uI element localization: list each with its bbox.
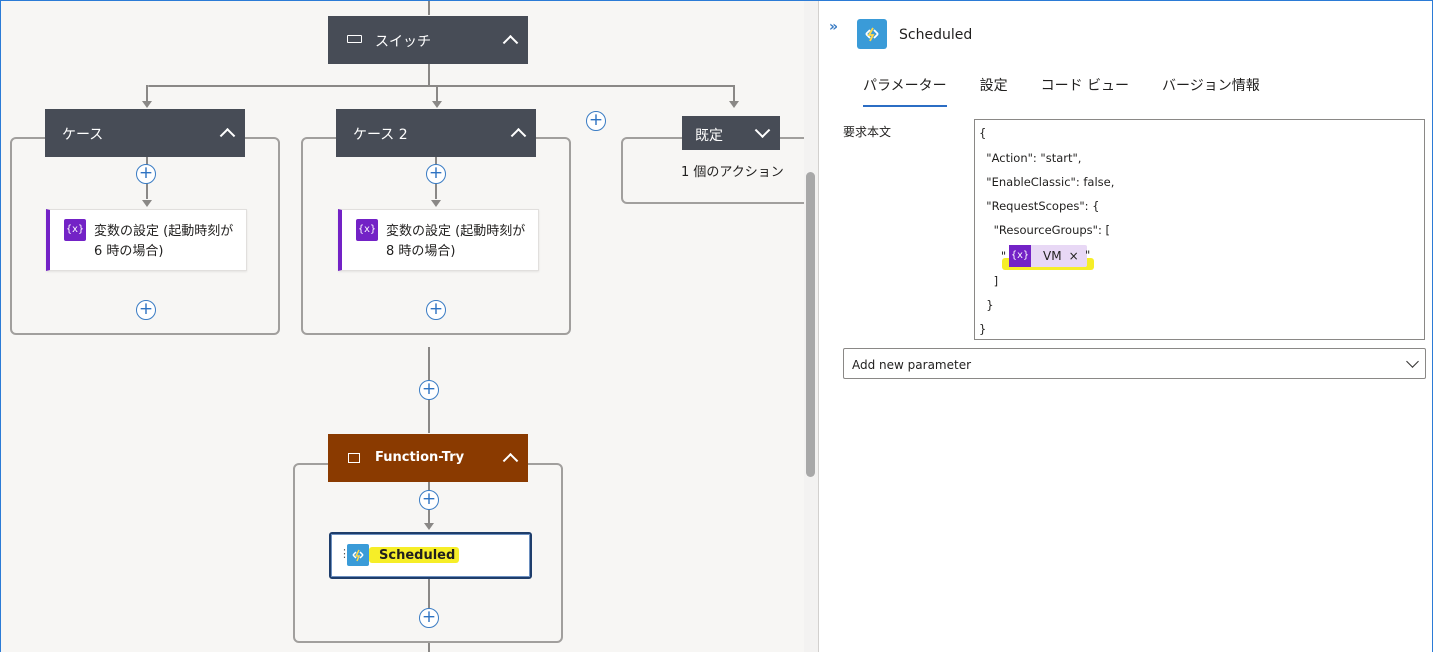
- designer-canvas[interactable]: スイッチ ケース + {x} 変数の設定 (起動時刻が 6 時の場合) + ケー…: [1, 1, 804, 652]
- code-line: }: [979, 298, 994, 312]
- connector: [428, 643, 430, 652]
- code-line: }: [979, 322, 987, 336]
- set-variable-action-2[interactable]: {x} 変数の設定 (起動時刻が 8 時の場合): [338, 209, 539, 271]
- code-line: ]: [979, 274, 999, 288]
- add-action-button[interactable]: +: [419, 380, 439, 400]
- collapse-chevron-icon[interactable]: [502, 34, 519, 51]
- scrollbar-thumb[interactable]: [806, 172, 815, 477]
- chevron-down-icon: [1406, 355, 1419, 368]
- add-action-button[interactable]: +: [426, 164, 446, 184]
- connector: [428, 579, 430, 609]
- case-2-header[interactable]: ケース 2: [336, 109, 536, 157]
- arrow-head-icon: [142, 101, 152, 108]
- connector: [148, 85, 734, 87]
- arrow-head-icon: [142, 200, 152, 207]
- action-label: Scheduled: [379, 548, 456, 563]
- arrow-head-icon: [424, 523, 434, 530]
- dynamic-content-token[interactable]: {x} VM ×: [1009, 245, 1087, 267]
- set-variable-action-1[interactable]: {x} 変数の設定 (起動時刻が 6 時の場合): [46, 209, 247, 271]
- azure-function-icon: [857, 19, 887, 49]
- default-case-title: 既定: [695, 128, 723, 144]
- details-panel: » Scheduled パラメーター 設定 コード ビュー バージョン情報 要求…: [818, 1, 1432, 652]
- remove-token-button[interactable]: ×: [1069, 249, 1079, 263]
- expand-chevron-icon[interactable]: [754, 122, 771, 139]
- add-action-button[interactable]: +: [136, 300, 156, 320]
- code-line: "EnableClassic": false,: [979, 175, 1115, 189]
- token-label: VM: [1043, 249, 1062, 263]
- panel-title: Scheduled: [899, 27, 973, 43]
- scheduled-function-action[interactable]: ⋮ Scheduled: [329, 532, 532, 579]
- scope-icon: [348, 453, 360, 463]
- switch-header[interactable]: スイッチ: [328, 16, 528, 64]
- arrow-head-icon: [431, 200, 441, 207]
- default-case-header[interactable]: 既定: [682, 116, 780, 150]
- collapse-chevron-icon[interactable]: [219, 127, 236, 144]
- request-body-label: 要求本文: [843, 125, 892, 139]
- add-action-button[interactable]: +: [426, 300, 446, 320]
- tab-settings[interactable]: 設定: [980, 75, 1008, 107]
- add-action-button[interactable]: +: [136, 164, 156, 184]
- collapse-chevron-icon[interactable]: [510, 127, 527, 144]
- tab-about[interactable]: バージョン情報: [1162, 75, 1260, 107]
- code-line: {: [979, 126, 987, 140]
- tab-code-view[interactable]: コード ビュー: [1041, 75, 1129, 107]
- add-case-button[interactable]: +: [586, 111, 606, 131]
- scope-header[interactable]: Function-Try: [328, 434, 528, 482]
- case-1-header[interactable]: ケース: [45, 109, 245, 157]
- variable-icon: {x}: [1009, 245, 1031, 267]
- default-case-summary: 1 個のアクション: [681, 165, 784, 180]
- case-1-title: ケース: [62, 127, 104, 143]
- arrow-head-icon: [432, 101, 442, 108]
- case-2-title: ケース 2: [353, 127, 408, 143]
- arrow-head-icon: [729, 101, 739, 108]
- variable-icon: {x}: [64, 219, 86, 241]
- dropdown-placeholder: Add new parameter: [852, 358, 972, 372]
- connector: [428, 1, 430, 15]
- action-label: 変数の設定 (起動時刻が 6 時の場合): [94, 224, 234, 259]
- connector: [428, 64, 430, 86]
- code-line: ": [979, 249, 1007, 263]
- tab-parameters[interactable]: パラメーター: [863, 75, 947, 107]
- panel-tabs: パラメーター 設定 コード ビュー バージョン情報: [863, 75, 1293, 107]
- action-label: 変数の設定 (起動時刻が 8 時の場合): [386, 224, 526, 259]
- switch-icon: [347, 35, 362, 43]
- code-line: "Action": "start",: [979, 151, 1082, 165]
- switch-title: スイッチ: [375, 34, 431, 50]
- add-parameter-dropdown[interactable]: Add new parameter: [843, 348, 1426, 379]
- code-line: "ResourceGroups": [: [979, 223, 1110, 237]
- request-body-editor[interactable]: { "Action": "start", "EnableClassic": fa…: [974, 119, 1425, 340]
- code-line: "RequestScopes": {: [979, 199, 1100, 213]
- add-action-button[interactable]: +: [419, 608, 439, 628]
- add-action-button[interactable]: +: [419, 490, 439, 510]
- code-line: ": [1085, 248, 1091, 262]
- variable-icon: {x}: [356, 219, 378, 241]
- azure-function-icon: [347, 544, 369, 566]
- collapse-panel-icon[interactable]: »: [829, 19, 838, 35]
- scope-title: Function-Try: [375, 450, 465, 465]
- collapse-chevron-icon[interactable]: [502, 452, 519, 469]
